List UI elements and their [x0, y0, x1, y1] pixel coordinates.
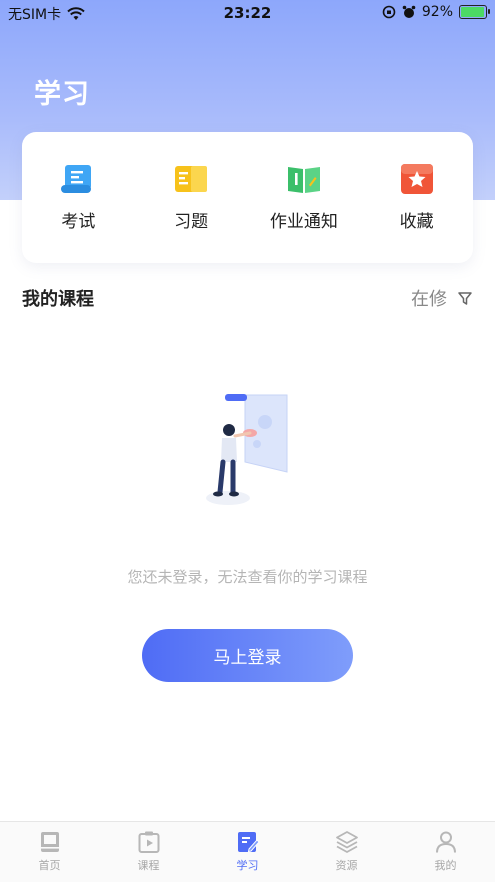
tab-label: 课程	[137, 859, 160, 872]
login-button[interactable]: 马上登录	[142, 629, 353, 682]
filter-icon	[458, 292, 472, 305]
quick-actions-card: 考试 习题 作业通知 收藏	[22, 132, 473, 263]
battery-percent: 92%	[421, 4, 453, 20]
course-play-icon	[138, 831, 159, 853]
home-book-icon	[40, 832, 59, 852]
quick-action-exercises[interactable]: 习题	[141, 163, 241, 232]
course-filter[interactable]: 在修	[411, 285, 473, 311]
status-right-group: 92%	[382, 4, 490, 20]
scroll-icon	[61, 165, 92, 193]
battery-icon	[459, 5, 490, 19]
status-bar: 无SIM卡 23:22 92%	[0, 0, 495, 26]
study-edit-icon	[237, 832, 260, 853]
tab-label: 资源	[335, 859, 358, 872]
star-icon	[400, 164, 433, 194]
quick-action-label: 习题	[174, 212, 209, 232]
tab-label: 首页	[38, 859, 61, 872]
person-icon	[435, 831, 456, 853]
alarm-icon	[402, 5, 416, 18]
quick-action-label: 考试	[61, 212, 96, 232]
quick-action-favorites[interactable]: 收藏	[367, 163, 467, 232]
quick-action-homework[interactable]: 作业通知	[254, 163, 354, 232]
bottom-tab-bar: 首页 课程 学习 资源 我的	[0, 821, 495, 882]
folder-icon	[175, 166, 208, 192]
tab-label: 我的	[434, 859, 457, 872]
quick-action-exam[interactable]: 考试	[28, 163, 128, 232]
tab-resources[interactable]: 资源	[307, 822, 387, 882]
empty-state-message: 您还未登录，无法查看你的学习课程	[127, 568, 368, 586]
tab-courses[interactable]: 课程	[109, 822, 189, 882]
section-title: 我的课程	[22, 289, 94, 310]
quick-action-label: 作业通知	[269, 212, 338, 232]
empty-state-illustration	[206, 394, 288, 505]
tab-mine[interactable]: 我的	[406, 822, 486, 882]
page-title: 学习	[34, 79, 90, 110]
tab-study[interactable]: 学习	[208, 822, 288, 882]
rotation-lock-icon	[382, 5, 396, 19]
filter-label: 在修	[411, 289, 447, 310]
tab-label: 学习	[236, 859, 259, 872]
book-icon	[287, 167, 320, 193]
courses-header: 我的课程 在修	[22, 284, 473, 312]
quick-action-label: 收藏	[399, 212, 434, 232]
layers-icon	[335, 831, 358, 853]
tab-home[interactable]: 首页	[10, 822, 90, 882]
